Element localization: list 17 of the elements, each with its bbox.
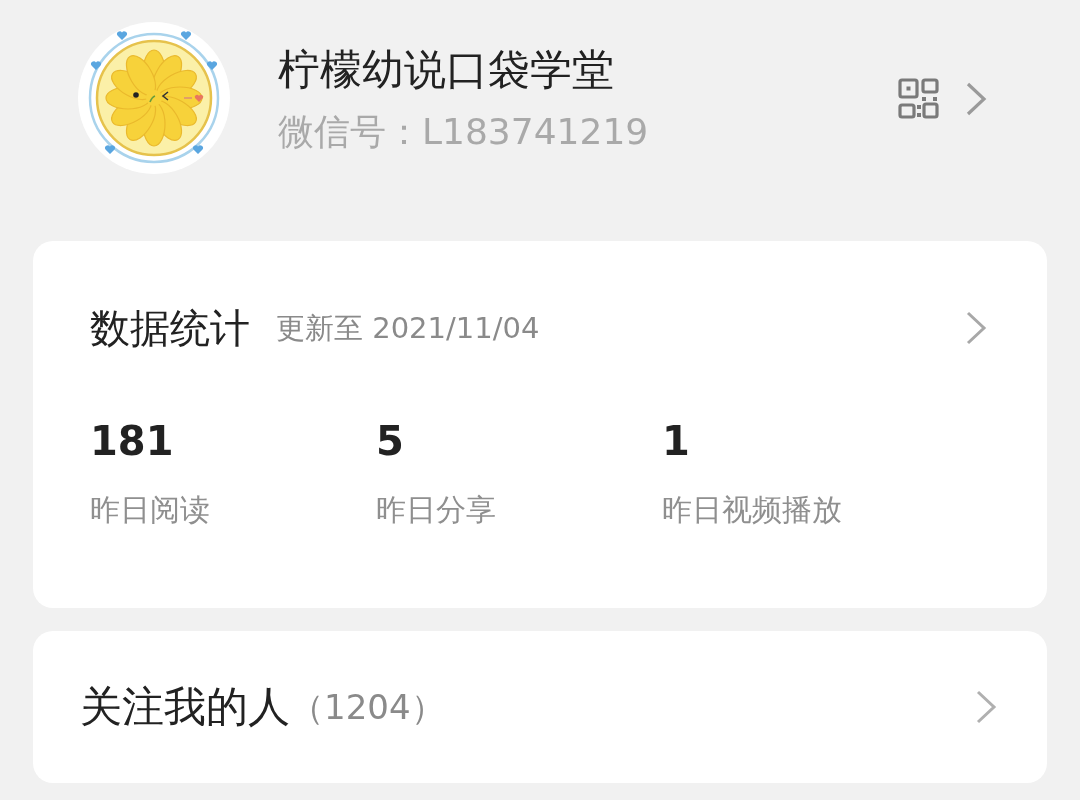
update-date: 更新至 2021/11/04 <box>276 310 540 347</box>
chevron-right-icon <box>975 690 997 724</box>
stat-label: 昨日视频播放 <box>662 491 842 529</box>
chevron-right-icon <box>965 82 987 116</box>
stat-value: 181 <box>90 417 174 466</box>
stat-label: 昨日分享 <box>376 491 496 529</box>
account-name: 柠檬幼说口袋学堂 <box>278 44 615 96</box>
stat-value: 5 <box>376 417 404 466</box>
wechat-id: 微信号：L183741219 <box>278 110 649 154</box>
followers-row[interactable]: 关注我的人（1204） <box>33 631 1047 783</box>
stat-value: 1 <box>662 417 690 466</box>
followers-count: （1204） <box>290 686 445 729</box>
followers-label: 关注我的人 <box>80 681 290 733</box>
stat-label: 昨日阅读 <box>90 491 210 529</box>
qr-code-icon[interactable] <box>898 78 940 120</box>
stats-title: 数据统计 <box>90 304 250 353</box>
chevron-right-icon <box>965 311 987 345</box>
